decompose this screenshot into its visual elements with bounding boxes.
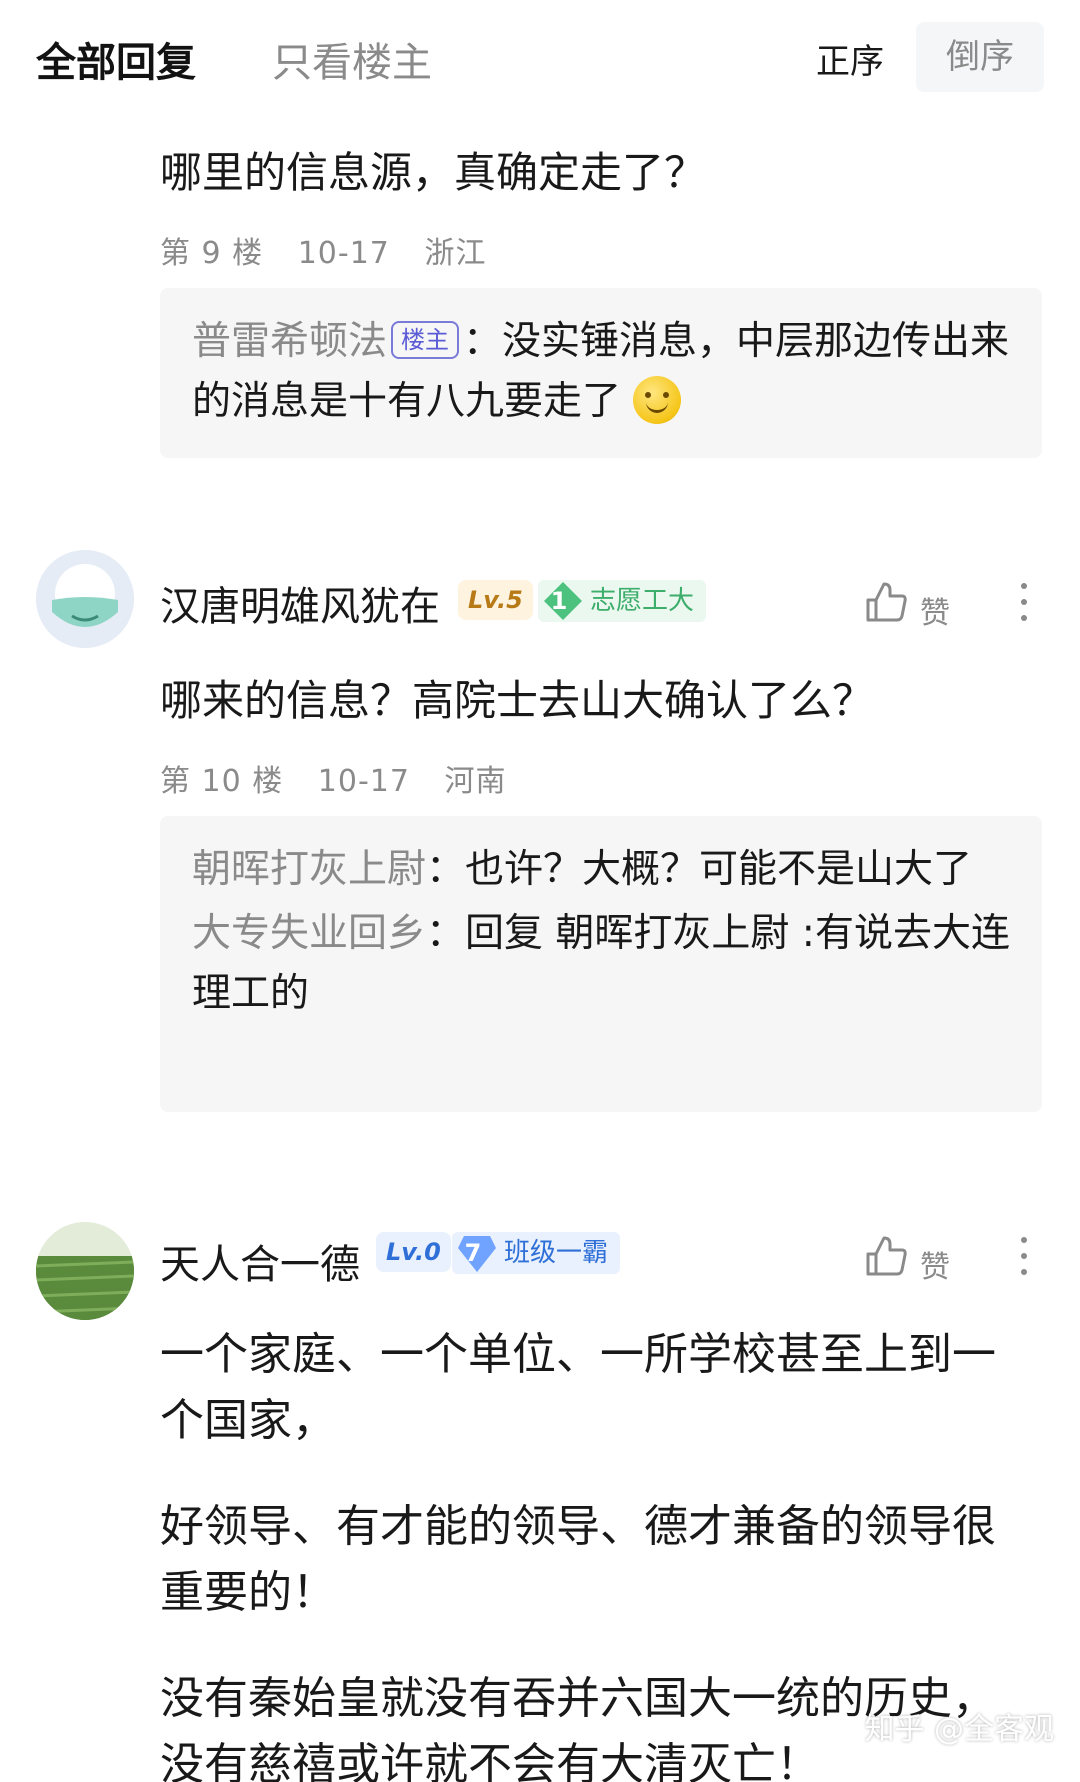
reply-author[interactable]: 普雷希顿法 [192,319,387,364]
floor-number: 第 10 楼 [160,764,284,799]
badge-label: 志愿工大 [590,586,695,616]
username[interactable]: 天人合一德 [160,1232,360,1290]
reply-author[interactable]: 大专失业回乡 [192,911,426,956]
op-tag: 楼主 [391,320,460,359]
avatar[interactable] [36,550,134,648]
username[interactable]: 汉唐明雄风犹在 [160,574,440,632]
reply-text: ：也许？大概？可能不是山大了 [426,847,973,892]
reply-author[interactable]: 朝晖打灰上尉 [192,847,426,892]
watermark: 知乎 @全客观 [864,1712,1054,1747]
reply-box[interactable]: 朝晖打灰上尉：也许？大概？可能不是山大了 大专失业回乡：回复 朝晖打灰上尉 :有… [160,816,1042,1112]
level-badge: Lv.5 [458,580,533,620]
more-vertical-icon[interactable] [1018,580,1030,624]
sort-desc-button[interactable]: 倒序 [916,22,1044,92]
comment-location: 浙江 [424,236,487,271]
reply-item[interactable]: 普雷希顿法 楼主 ：没实锤消息，中层那边传出来的消息是十有八九要走了 [192,312,1010,432]
level-badge: Lv.0 [376,1232,451,1272]
comment-paragraph: 好领导、有才能的领导、德才兼备的领导很重要的！ [160,1501,996,1618]
badge-number: 1 [550,587,568,615]
badge-number: 7 [464,1239,482,1267]
comment-meta: 第 10 楼 10-17 河南 [160,756,531,800]
avatar[interactable] [36,1222,134,1320]
field-avatar-icon [36,1222,134,1320]
thumbs-up-icon[interactable] [864,1234,908,1278]
comment-content: 哪来的信息？高院士去山大确认了么？ [160,676,875,725]
like-label[interactable]: 赞 [920,588,950,632]
comment-date: 10-17 [317,764,410,799]
comment-meta: 第 9 楼 10-17 浙江 [160,228,510,272]
floor-number: 第 9 楼 [160,236,264,271]
tab-op-only[interactable]: 只看楼主 [272,30,432,88]
like-label[interactable]: 赞 [920,1242,950,1286]
reply-item[interactable]: 大专失业回乡：回复 朝晖打灰上尉 :有说去大连理工的 [192,904,1010,1024]
sort-asc-button[interactable]: 正序 [816,34,884,83]
comment-date: 10-17 [297,236,390,271]
badge-label: 班级一霸 [504,1238,609,1268]
smile-emoji [633,375,682,424]
tab-all-replies[interactable]: 全部回复 [36,30,196,88]
honor-badge[interactable]: 7 班级一霸 [452,1232,621,1274]
comment-location: 河南 [444,764,507,799]
reply-box[interactable]: 普雷希顿法 楼主 ：没实锤消息，中层那边传出来的消息是十有八九要走了 [160,288,1042,458]
comment-paragraph: 一个家庭、一个单位、一所学校甚至上到一个国家， [160,1329,996,1446]
thumbs-up-icon[interactable] [864,580,908,624]
reply-item[interactable]: 朝晖打灰上尉：也许？大概？可能不是山大了 [192,840,1010,900]
honor-badge[interactable]: 1 志愿工大 [538,580,707,622]
more-vertical-icon[interactable] [1018,1234,1030,1278]
mask-avatar-icon [36,550,134,648]
comment-content: 哪里的信息源，真确定走了？ [160,148,707,197]
